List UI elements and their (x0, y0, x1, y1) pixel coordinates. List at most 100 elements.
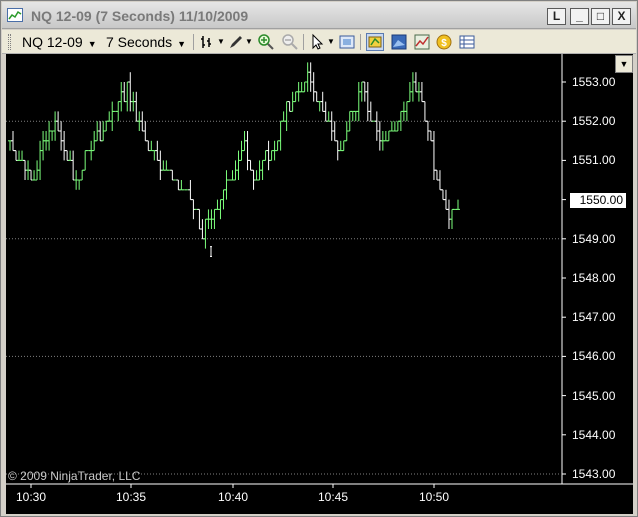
indicators-icon[interactable] (413, 33, 431, 51)
price-bar (158, 150, 163, 180)
price-bar (377, 121, 382, 151)
chart-window: NQ 12-09 (7 Seconds) 11/10/2009 L _ □ X … (0, 0, 638, 517)
bar-type-icon[interactable] (199, 33, 217, 51)
chevron-down-icon[interactable]: ▼ (217, 33, 225, 51)
drawing-tool-icon[interactable] (227, 33, 245, 51)
price-bar (341, 140, 346, 152)
price-bar (440, 189, 445, 201)
price-bar (53, 111, 58, 141)
price-bar (68, 150, 73, 161)
price-bar (59, 121, 64, 151)
price-bar (359, 81, 364, 102)
price-bar (116, 101, 121, 122)
price-bar (248, 159, 253, 171)
price-bar (122, 82, 127, 103)
strategy-icon[interactable]: $ (435, 33, 453, 51)
time-axis-label: 10:35 (116, 490, 147, 504)
price-bar (140, 111, 145, 132)
price-bar (188, 180, 193, 201)
price-bar (197, 208, 202, 230)
price-bar (125, 81, 130, 112)
zoom-out-icon[interactable] (281, 33, 299, 51)
price-bar (110, 101, 115, 131)
price-bar (314, 91, 319, 103)
svg-text:$: $ (441, 38, 447, 49)
price-bar (293, 91, 298, 103)
price-bar (17, 150, 22, 161)
price-bar (395, 120, 400, 132)
price-bar (278, 120, 283, 151)
price-bar (146, 140, 151, 152)
price-bar (56, 111, 61, 132)
price-axis-label: 1553.00 (572, 75, 616, 89)
price-bar (38, 140, 43, 180)
price-bar (281, 111, 286, 122)
chevron-down-icon[interactable]: ▼ (327, 33, 335, 51)
chart-style-icon[interactable] (390, 33, 408, 51)
window-menu-button[interactable]: L (547, 8, 566, 25)
price-bar (437, 170, 442, 191)
interval-selector[interactable]: 7 Seconds ▼ (106, 33, 186, 51)
price-bar (269, 150, 274, 161)
chevron-down-icon[interactable]: ▼ (615, 55, 633, 73)
price-bar (32, 170, 37, 181)
price-chart[interactable]: ▼ 1553.00 1552.00 1551.00 1550.00 1549.00 154… (6, 54, 633, 514)
price-bar (11, 131, 16, 152)
pointer-icon[interactable] (309, 33, 327, 51)
instrument-label: NQ 12-09 (22, 34, 83, 50)
toolbar-grip[interactable] (8, 34, 11, 50)
price-bar (305, 62, 310, 92)
data-series-icon[interactable] (458, 33, 476, 51)
price-bar (134, 91, 139, 122)
minimize-button[interactable]: _ (570, 8, 589, 25)
price-bar (176, 179, 181, 191)
price-bar (311, 72, 316, 102)
instrument-selector[interactable]: NQ 12-09 ▼ (22, 33, 97, 51)
title-bar[interactable]: NQ 12-09 (7 Seconds) 11/10/2009 L _ □ X (2, 2, 636, 29)
price-axis-label: 1547.00 (572, 310, 616, 325)
price-bar (365, 82, 370, 122)
price-bar (83, 150, 88, 171)
toolbar-separator (193, 34, 194, 50)
price-bar (284, 101, 289, 131)
price-bar (29, 169, 34, 181)
price-bar (128, 72, 133, 112)
price-bar (404, 101, 409, 122)
chart-canvas[interactable] (6, 54, 633, 514)
price-bar (275, 140, 280, 152)
price-bar (419, 82, 424, 103)
low-marker (210, 246, 212, 257)
price-bar (164, 160, 169, 171)
time-axis-label: 10:45 (318, 490, 349, 504)
price-bar (383, 131, 388, 142)
chevron-down-icon[interactable]: ▼ (245, 33, 253, 51)
price-bar (431, 131, 436, 180)
zoom-in-icon[interactable] (257, 33, 275, 51)
price-bar (323, 101, 328, 122)
price-bars (8, 62, 460, 257)
close-button[interactable]: X (612, 8, 631, 25)
properties-icon[interactable] (338, 33, 356, 51)
price-bar (338, 140, 343, 152)
time-axis-label: 10:30 (16, 490, 47, 504)
price-bar (143, 121, 148, 142)
data-box-icon[interactable] (366, 33, 384, 51)
price-bar (329, 111, 334, 141)
price-bar (389, 121, 394, 132)
price-bar (50, 130, 55, 141)
price-bar (119, 82, 124, 112)
chart-toolbar: NQ 12-09 ▼ 7 Seconds ▼ ▼ ▼ ▼ $ (2, 30, 636, 54)
price-bar (107, 111, 112, 122)
price-bar (230, 170, 235, 181)
price-bar (449, 208, 454, 229)
price-axis-label: 1549.00 (572, 231, 616, 246)
price-bar (302, 81, 307, 93)
price-bar (80, 169, 85, 181)
price-bar (332, 121, 337, 142)
copyright-text: © 2009 NinjaTrader, LLC (8, 469, 141, 483)
price-bar (215, 199, 220, 210)
price-bar (260, 159, 265, 180)
price-bar (41, 131, 46, 161)
price-bar (317, 101, 322, 112)
maximize-button[interactable]: □ (591, 8, 610, 25)
